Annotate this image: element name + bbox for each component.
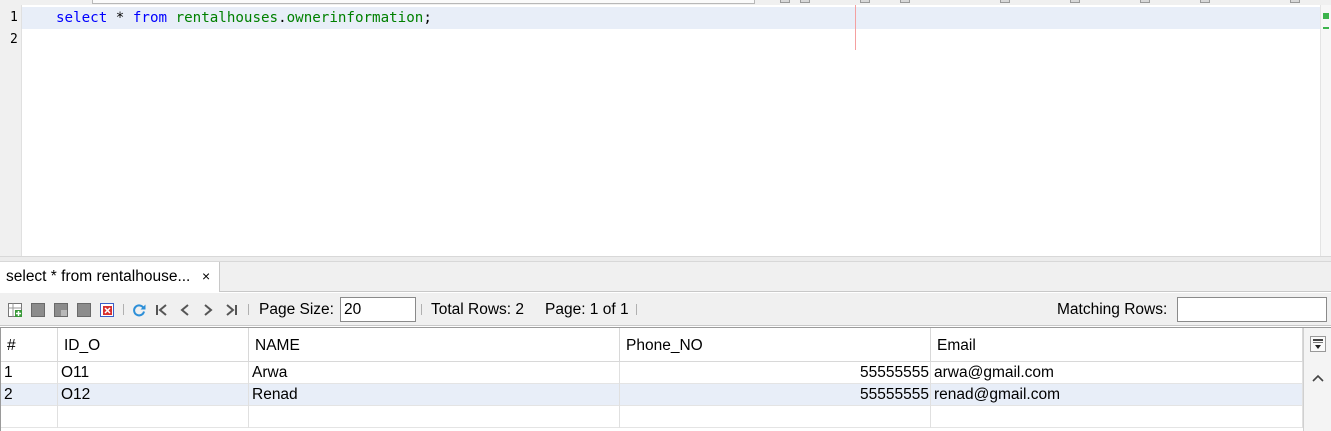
grid-icon[interactable]: [77, 303, 91, 317]
connection-combo[interactable]: [92, 0, 755, 4]
result-toolbar: Page Size: Total Rows: 2 Page: 1 of 1 Ma…: [0, 293, 1331, 326]
empty-cell[interactable]: [249, 406, 620, 428]
name-cell[interactable]: Renad: [249, 384, 620, 406]
toolbar-button[interactable]: [800, 0, 810, 3]
id-o-cell[interactable]: O11: [58, 362, 249, 384]
next-page-icon[interactable]: [201, 303, 215, 317]
line-number: 2: [10, 32, 18, 47]
toolbar-button[interactable]: [900, 0, 910, 3]
results-tabbar: select * from rentalhouse... ×: [0, 262, 1331, 292]
name-cell[interactable]: Arwa: [249, 362, 620, 384]
column-header-id-o[interactable]: ID_O: [58, 328, 249, 362]
column-menu-icon[interactable]: [1310, 336, 1326, 352]
sql-identifier: rentalhouses: [175, 10, 279, 26]
table-row[interactable]: 1 O11 Arwa 55555555 arwa@gmail.com: [1, 362, 1303, 384]
grid-body: # ID_O NAME Phone_NO Email 1 O11 Arwa 55…: [1, 328, 1303, 431]
empty-cell[interactable]: [620, 406, 931, 428]
line-number-gutter: 1 2: [0, 5, 22, 256]
sql-text: ;: [423, 10, 432, 26]
tab-query-result[interactable]: select * from rentalhouse... ×: [0, 262, 220, 292]
insert-row-icon[interactable]: [8, 303, 22, 317]
previous-page-icon[interactable]: [178, 303, 192, 317]
toolbar-separator: [123, 304, 124, 315]
delete-row-icon[interactable]: [100, 303, 114, 317]
row-number-cell[interactable]: 2: [1, 384, 58, 406]
page-indicator: Page: 1 of 1: [545, 301, 629, 318]
duplicate-row-icon[interactable]: [54, 303, 68, 317]
tab-label: select * from rentalhouse...: [6, 268, 191, 285]
refresh-icon[interactable]: [132, 303, 146, 317]
column-header-email[interactable]: Email: [931, 328, 1303, 362]
column-header-name[interactable]: NAME: [249, 328, 620, 362]
column-header-row-number[interactable]: #: [1, 328, 58, 362]
sql-text: *: [107, 10, 133, 26]
result-grid: # ID_O NAME Phone_NO Email 1 O11 Arwa 55…: [0, 327, 1331, 431]
email-cell[interactable]: arwa@gmail.com: [931, 362, 1303, 384]
empty-cell[interactable]: [931, 406, 1303, 428]
sql-editor[interactable]: 1 2 select * from rentalhouses.ownerinfo…: [0, 5, 1331, 256]
sql-keyword: from: [132, 10, 168, 26]
email-cell[interactable]: renad@gmail.com: [931, 384, 1303, 406]
toolbar-button[interactable]: [1070, 0, 1080, 3]
toolbar-button[interactable]: [1000, 0, 1010, 3]
first-page-icon[interactable]: [155, 303, 169, 317]
matching-rows-label: Matching Rows:: [1057, 301, 1168, 318]
empty-row[interactable]: [1, 406, 1303, 428]
row-number-cell[interactable]: 1: [1, 362, 58, 384]
right-margin-line: [855, 5, 856, 50]
sql-identifier: ownerinformation: [286, 10, 424, 26]
last-page-icon[interactable]: [224, 303, 238, 317]
toolbar-separator: [248, 304, 249, 315]
toolbar-button[interactable]: [860, 0, 870, 3]
page-size-input[interactable]: [340, 297, 416, 322]
code-line[interactable]: select * from rentalhouses.ownerinformat…: [22, 7, 1320, 29]
save-grid-icon[interactable]: [31, 303, 45, 317]
empty-cell[interactable]: [1, 406, 58, 428]
column-header-phone-no[interactable]: Phone_NO: [620, 328, 931, 362]
close-icon[interactable]: ×: [202, 268, 210, 284]
phone-no-cell[interactable]: 55555555: [620, 362, 931, 384]
sql-text: .: [278, 10, 287, 26]
grid-vertical-scrollbar[interactable]: [1303, 328, 1331, 431]
toolbar-button[interactable]: [1290, 0, 1300, 3]
toolbar-button[interactable]: [1200, 0, 1210, 3]
editor-scrollbar[interactable]: [1320, 5, 1331, 256]
total-rows-label: Total Rows: 2: [431, 301, 525, 318]
line-marker-icon: [1323, 27, 1329, 29]
toolbar-button[interactable]: [1140, 0, 1150, 3]
code-line-text: select * from rentalhouses.ownerinformat…: [56, 7, 432, 29]
line-number: 1: [10, 10, 18, 25]
matching-rows-input[interactable]: [1177, 297, 1327, 322]
toolbar-button[interactable]: [780, 0, 790, 3]
toolbar-separator: [636, 304, 637, 315]
phone-no-cell[interactable]: 55555555: [620, 384, 931, 406]
table-row-selected[interactable]: 2 O12 Renad 55555555 renad@gmail.com: [1, 384, 1303, 406]
id-o-cell[interactable]: O12: [58, 384, 249, 406]
scroll-up-icon[interactable]: [1311, 370, 1325, 382]
grid-header: # ID_O NAME Phone_NO Email: [1, 328, 1303, 362]
sql-keyword: select: [56, 10, 108, 26]
empty-cell[interactable]: [58, 406, 249, 428]
syntax-ok-icon: [1323, 13, 1329, 19]
page-size-label: Page Size:: [259, 301, 334, 318]
toolbar-separator: [421, 304, 422, 315]
